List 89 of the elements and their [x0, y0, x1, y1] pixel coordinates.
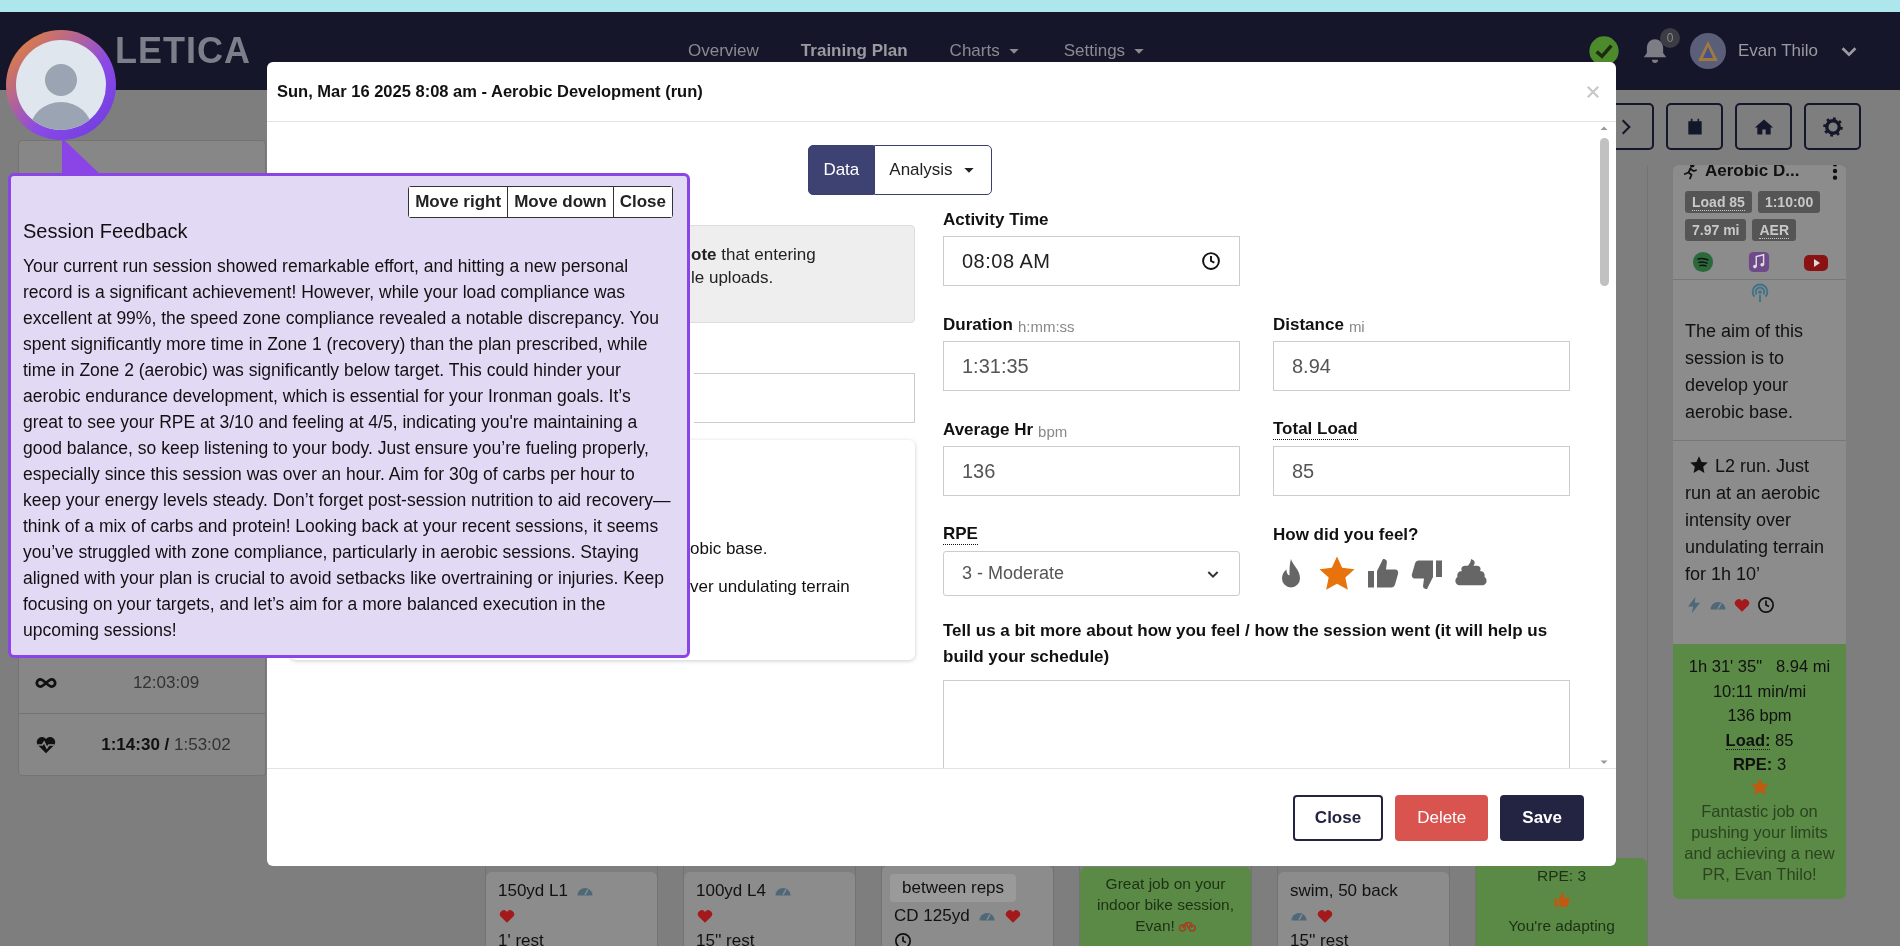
session-badge: AER — [1752, 219, 1797, 241]
session-card[interactable]: 150yd L1 1' rest — [486, 872, 657, 946]
field-label: Tell us a bit more about how you feel / how the session went (it will help us build your schedule) — [943, 620, 1549, 668]
tab[interactable]: Data — [808, 145, 875, 195]
time-field[interactable]: 08:08 AM — [943, 236, 1240, 286]
home-button[interactable] — [1735, 103, 1792, 150]
input-field[interactable]: 85 — [1273, 446, 1570, 496]
workout-step: 1' rest — [498, 931, 544, 946]
input-field[interactable] — [694, 373, 915, 423]
field-label: Average Hr bpm — [943, 419, 1068, 440]
workout-step: 150yd L1 — [498, 881, 568, 901]
runner-icon — [1681, 165, 1699, 180]
star-icon — [1749, 776, 1770, 797]
sound-wave-icon — [1691, 251, 1714, 273]
workout-step: 15'' rest — [1290, 931, 1349, 946]
modal-title: Sun, Mar 16 2025 8:08 am - Aerobic Development (run) — [277, 82, 704, 101]
description-text: ver undulating terrain — [690, 576, 851, 598]
feedback-text: Your current run session showed remarkable effort, and hitting a new personal record is a significant achievement! However, while your load compliance was excellent at 99%, the speed zone compliance revealed a notable discrepancy. You spent significantly more time in Zone 1 (recovery) than the plan prescribed, while time in Zone 2 (aerobic) was significantly below target. This could hinder your aerobic endurance development, which is essential for your Ironman goals. It’s great to see your RPE at 3/10 and feeling at 4/5, indicating you're maintaining a good balance, so keep listening to your body. Just ensure you’re fueling properly, especially since this session was over an hour. Aim for 30g of carbs per hour to keep your energy levels steady. Don’t forget post-session nutrition to aid recovery—think of a mix of carbs and protein! Looking back at your recent sessions, it seems you’ve struggled with zone compliance, particularly in aerobic sessions. Staying aligned with your plan is crucial to avoid setbacks like overtraining or injuries. Keep focusing on your targets, and let’s aim for a more balanced execution in the upcoming sessions! — [23, 255, 672, 642]
field-label: RPE — [943, 523, 978, 545]
heart-icon — [696, 907, 714, 925]
thumbs-up-icon — [1552, 891, 1571, 909]
clock-icon — [894, 932, 912, 946]
session-note: RPE: 3 — [1536, 865, 1587, 886]
tab[interactable]: Analysis — [874, 145, 992, 195]
heart-icon — [1733, 596, 1751, 614]
clock-icon — [1757, 596, 1775, 614]
note-text: ote that entering — [691, 244, 817, 266]
user-name[interactable]: Evan Thilo — [1738, 41, 1818, 61]
field-label: Duration h:mm:ss — [943, 314, 1075, 335]
session-card[interactable] — [1673, 165, 1846, 899]
clock-icon — [1201, 251, 1221, 271]
close-button[interactable]: Close — [1292, 794, 1384, 841]
nav-link[interactable]: Overview — [688, 41, 759, 61]
popup-action-button[interactable]: Move right — [409, 187, 509, 217]
session-badge: 7.97 mi — [1685, 219, 1747, 241]
coach-comment: Fantastic job on pushing your limits and achieving a new PR, Evan Thilo! — [1683, 800, 1836, 885]
summary-value: 1:14:30 / 1:53:02 — [101, 734, 231, 755]
result-stat: RPE: 3 — [1732, 754, 1787, 775]
app-logo: LETICA — [115, 30, 251, 72]
completed-session-card[interactable]: Great job on your indoor bike session, Evan! — [1080, 867, 1251, 946]
logo-icon — [1696, 39, 1720, 63]
field-label: Activity Time — [943, 209, 1049, 230]
workout-step: CD 125yd — [894, 906, 970, 926]
select-field[interactable]: 3 - Moderate — [943, 551, 1240, 596]
heart-icon — [498, 907, 516, 925]
result-pace: 10:11 min/mi — [1712, 680, 1807, 702]
field-label: Total Load — [1273, 418, 1358, 440]
workout-step: 15'' rest — [696, 931, 755, 946]
note-box: between reps — [890, 874, 1017, 902]
result-distance: 8.94 mi — [1776, 656, 1831, 677]
input-field[interactable]: 136 — [943, 446, 1240, 496]
calendar-button[interactable] — [1666, 103, 1723, 150]
more-icon — [1832, 165, 1838, 180]
session-note: You're adapting — [1508, 915, 1615, 936]
delete-button[interactable]: Delete — [1395, 794, 1489, 841]
bike-icon — [1179, 922, 1196, 932]
workout-step: 100yd L4 — [696, 881, 766, 901]
result-heart-rate: 136 bpm — [1727, 705, 1792, 726]
notification-badge: 0 — [1660, 28, 1680, 48]
nav-link[interactable]: Training Plan — [800, 41, 908, 61]
heart-icon — [1003, 907, 1022, 925]
description-text: obic base. — [690, 538, 769, 560]
save-button[interactable]: Save — [1500, 794, 1584, 841]
scrollbar-thumb[interactable] — [1599, 138, 1609, 286]
nav-link[interactable]: Settings — [1063, 41, 1148, 61]
session-card[interactable]: 100yd L4 15'' rest — [684, 872, 855, 946]
session-badge: Load 85 — [1685, 191, 1752, 213]
session-instruction: L2 run. Just run at an aerobic intensity over undulating terrain for 1h 10’ — [1684, 454, 1826, 586]
music-note-icon — [1747, 251, 1770, 273]
input-field[interactable]: 8.94 — [1273, 341, 1570, 391]
note-text: le uploads. — [691, 267, 775, 289]
session-card[interactable]: swim, 50 back 15'' rest — [1278, 872, 1449, 946]
input-field[interactable]: 1:31:35 — [943, 341, 1240, 391]
session-description: The aim of this session is to develop your aerobic base. — [1673, 310, 1846, 441]
settings-button[interactable] — [1804, 103, 1861, 150]
session-note: Great job on your indoor bike session, Evan! — [1096, 874, 1235, 936]
heart-icon — [1316, 907, 1334, 925]
result-stat: Load: 85 — [1725, 729, 1794, 752]
field-label: How did you feel? — [1273, 524, 1419, 545]
settings-icon — [1822, 116, 1843, 137]
nav-link[interactable]: Charts — [949, 41, 1022, 61]
workout-step: swim, 50 back — [1290, 881, 1398, 901]
field-label: Distance mi — [1273, 314, 1365, 335]
result-duration: 1h 31' 35" — [1688, 656, 1763, 677]
session-card[interactable]: between reps CD 125yd — [882, 866, 1053, 946]
summary-value: 12:03:09 — [132, 672, 200, 693]
popup-title: Session Feedback — [23, 220, 188, 243]
user-avatar[interactable] — [1690, 33, 1726, 69]
session-badge: 1:10:00 — [1757, 191, 1821, 213]
